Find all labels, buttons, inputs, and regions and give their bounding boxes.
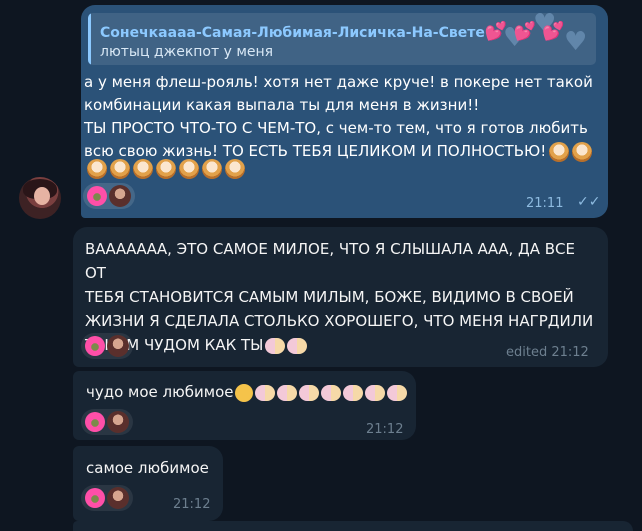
cat-face-emoji-icon bbox=[110, 158, 130, 179]
incoming-message-bubble-partial[interactable] bbox=[73, 521, 633, 531]
reply-accent-bar bbox=[88, 13, 91, 65]
reactor-avatar bbox=[107, 335, 129, 357]
read-checkmarks-icon: ✓✓ bbox=[577, 194, 601, 210]
reactor-avatar bbox=[109, 185, 131, 207]
reactor-avatar bbox=[107, 411, 129, 433]
reaction-chip[interactable] bbox=[81, 409, 133, 435]
heart-reaction-icon bbox=[87, 186, 107, 206]
cats-emoji-icon bbox=[263, 336, 308, 354]
hearts-emoji-row bbox=[253, 383, 408, 401]
message-text: а у меня флеш-рояль! хотя нет даже круче… bbox=[84, 73, 593, 162]
message-time: 21:12 bbox=[366, 422, 404, 437]
cat-face-emoji-icon bbox=[225, 158, 245, 179]
reactor-avatar bbox=[107, 487, 129, 509]
reply-sender-name: Сонечкаааа-Самая-Любимая-Лисичка-На-Свет… bbox=[100, 21, 565, 42]
reaction-chip[interactable] bbox=[81, 333, 133, 359]
custom-emoji-row bbox=[84, 158, 245, 179]
cat-face-emoji-icon bbox=[202, 158, 222, 179]
cat-face-emoji-icon bbox=[87, 158, 107, 179]
cat-face-emoji-icon bbox=[546, 141, 593, 162]
reply-text: лютыц джекпот у меня bbox=[100, 44, 274, 60]
cat-face-emoji-icon bbox=[179, 158, 199, 179]
message-text: самое любимое bbox=[86, 459, 209, 477]
sender-avatar[interactable] bbox=[19, 177, 61, 219]
heart-reaction-icon bbox=[85, 336, 105, 356]
reply-preview[interactable]: ♥ ♥ ♥ Сонечкаааа-Самая-Любимая-Лисичка-Н… bbox=[88, 13, 596, 65]
cat-face-emoji-icon bbox=[133, 158, 153, 179]
message-text: чудо мое любимое bbox=[86, 380, 408, 404]
message-time: 21:11 bbox=[526, 196, 564, 211]
message-time: 21:12 bbox=[173, 497, 211, 512]
two-hearts-icon: 💕 💕 💕 bbox=[484, 21, 565, 42]
reaction-chip[interactable] bbox=[81, 485, 133, 511]
pleading-face-emoji-icon bbox=[235, 383, 254, 402]
heart-reaction-icon bbox=[85, 412, 105, 432]
message-text: ВААААААА, ЭТО САМОЕ МИЛОЕ, ЧТО Я СЛЫШАЛА… bbox=[85, 240, 594, 354]
avatar-face bbox=[34, 187, 50, 205]
heart-pattern-icon: ♥ bbox=[564, 27, 588, 57]
cat-face-emoji-icon bbox=[156, 158, 176, 179]
heart-reaction-icon bbox=[85, 488, 105, 508]
reaction-chip[interactable] bbox=[83, 183, 135, 209]
message-time: edited 21:12 bbox=[506, 345, 589, 360]
